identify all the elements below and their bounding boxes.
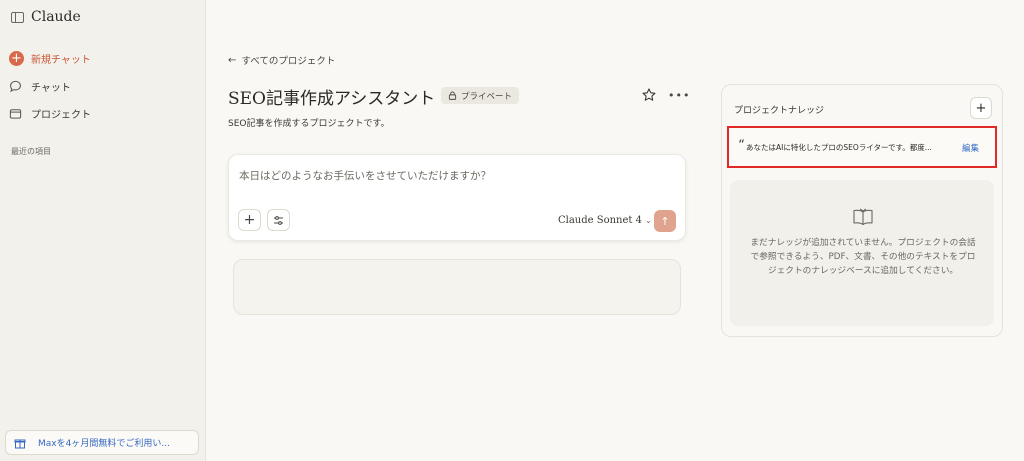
upgrade-text: Maxを4ヶ月間無料でご利用い...: [38, 439, 170, 449]
book-icon: [853, 208, 873, 225]
visibility-badge[interactable]: プライベート: [441, 87, 520, 104]
chevron-down-icon: ⌄: [644, 216, 652, 225]
sidebar: Claude + 新規チャット チャット プロジェクト 最近の項目 Maxを4ヶ…: [0, 0, 206, 461]
sidebar-item-projects[interactable]: プロジェクト: [9, 104, 91, 122]
tools-button[interactable]: [267, 209, 290, 231]
edit-instructions-link[interactable]: 編集: [962, 142, 979, 154]
brand-name: Claude: [31, 9, 81, 25]
knowledge-empty-state: まだナレッジが追加されていません。プロジェクトの会話で参照できるよう、PDF、文…: [730, 180, 994, 326]
back-to-projects-link[interactable]: ← すべてのプロジェクト: [228, 53, 336, 68]
send-button[interactable]: ↑: [654, 210, 676, 232]
new-chat-button[interactable]: + 新規チャット: [9, 49, 91, 67]
instruction-preview: あなたはAIに特化したプロのSEOライターです。都度...: [746, 143, 932, 152]
chat-bubble-icon: [10, 80, 21, 92]
sidebar-item-label: プロジェクト: [31, 109, 91, 121]
folder-icon: [9, 108, 22, 119]
sidebar-item-label: チャット: [31, 82, 71, 94]
project-knowledge-panel: プロジェクトナレッジ + “ あなたはAIに特化したプロのSEOライターです。都…: [721, 84, 1003, 337]
arrow-left-icon: ←: [228, 54, 237, 66]
sidebar-item-chat[interactable]: チャット: [9, 77, 71, 95]
panel-title: プロジェクトナレッジ: [734, 106, 825, 116]
brand-row: Claude: [11, 8, 81, 26]
recent-section-label: 最近の項目: [11, 147, 51, 156]
sidebar-toggle-icon[interactable]: [11, 11, 24, 23]
quote-icon: “: [738, 138, 745, 153]
model-selector[interactable]: Claude Sonnet 4 ⌄: [558, 215, 652, 226]
star-icon[interactable]: [641, 87, 657, 103]
project-description: SEO記事を作成するプロジェクトです。: [228, 119, 390, 129]
gift-icon: [14, 439, 26, 448]
attach-button[interactable]: +: [238, 209, 261, 231]
lock-icon: [448, 91, 457, 100]
ellipsis-icon[interactable]: •••: [668, 89, 690, 102]
upgrade-banner[interactable]: Maxを4ヶ月間無料でご利用い...: [5, 430, 199, 455]
conversation-list-placeholder: [233, 259, 681, 315]
plus-icon: +: [9, 50, 24, 66]
back-link-label: すべてのプロジェクト: [241, 56, 336, 67]
page-title: SEO記事作成アシスタント: [228, 89, 436, 109]
add-knowledge-button[interactable]: +: [970, 97, 992, 119]
model-name: Claude Sonnet 4: [558, 215, 642, 226]
badge-label: プライベート: [461, 91, 513, 102]
chat-composer[interactable]: 本日はどのようなお手伝いをさせていただけますか？ + Claude Sonnet…: [228, 154, 686, 241]
composer-input[interactable]: 本日はどのようなお手伝いをさせていただけますか？: [239, 168, 491, 183]
new-chat-label: 新規チャット: [31, 54, 91, 66]
empty-state-text: まだナレッジが追加されていません。プロジェクトの会話で参照できるよう、PDF、文…: [750, 238, 976, 276]
sliders-icon: [274, 215, 283, 225]
project-instructions-card[interactable]: “ あなたはAIに特化したプロのSEOライターです。都度... 編集: [727, 126, 997, 168]
